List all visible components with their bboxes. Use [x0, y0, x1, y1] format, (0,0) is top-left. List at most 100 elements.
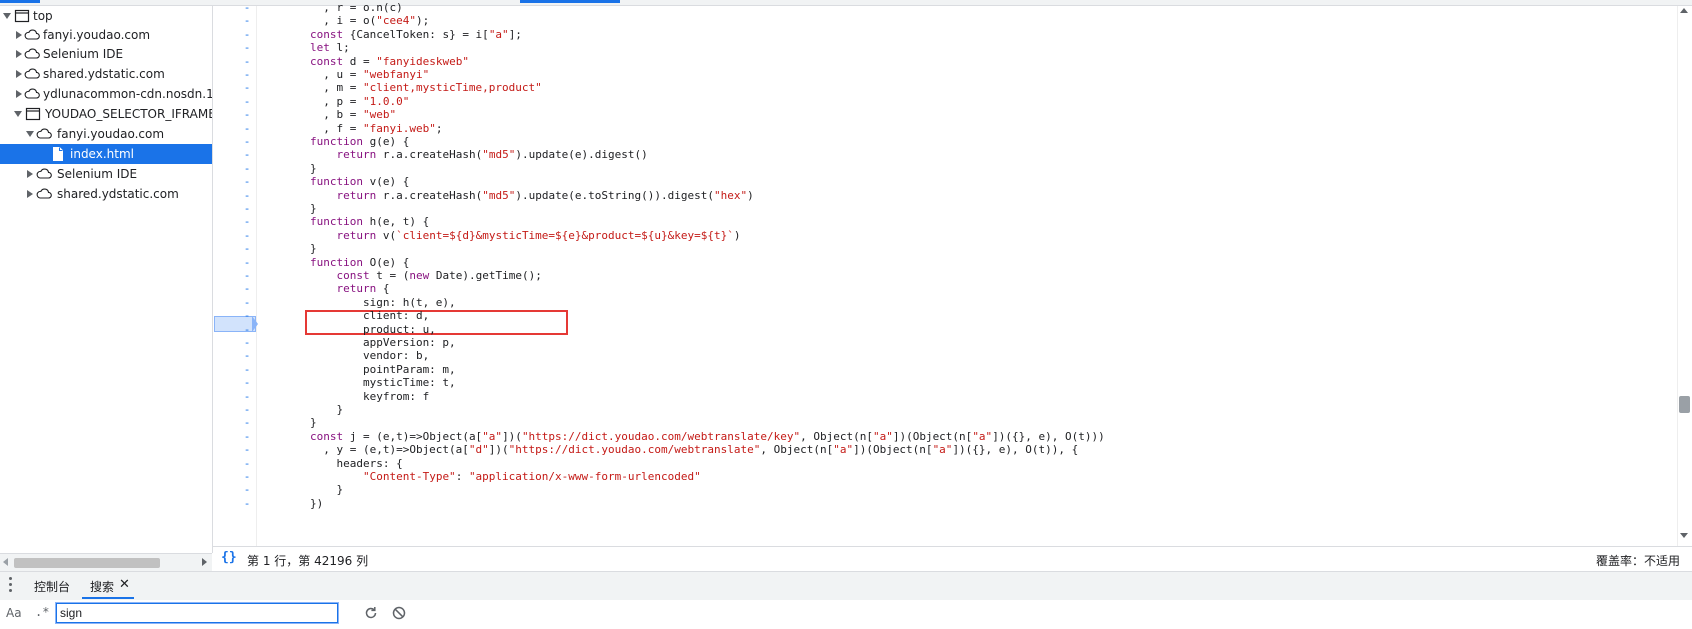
close-icon[interactable]: ✕ [119, 577, 130, 592]
code-line[interactable]: return r.a.createHash("md5").update(e.to… [257, 189, 753, 203]
chevron-right-icon[interactable] [16, 90, 22, 98]
code-line[interactable]: const j = (e,t)=>Object(a["a"])("https:/… [257, 430, 1105, 444]
tree-item-selenium-ide[interactable]: Selenium IDE [0, 44, 212, 64]
code-line[interactable]: function h(e, t) { [257, 215, 429, 229]
code-line[interactable]: pointParam: m, [257, 363, 456, 377]
gutter-line-marker[interactable]: - [242, 376, 252, 389]
tree-item-fanyi-youdao[interactable]: fanyi.youdao.com [0, 25, 212, 45]
code-line[interactable]: let l; [257, 41, 350, 55]
gutter-line-marker[interactable]: - [242, 296, 252, 309]
code-line[interactable]: function O(e) { [257, 256, 409, 270]
clear-search-icon[interactable] [390, 604, 408, 622]
gutter-line-marker[interactable]: - [242, 269, 252, 282]
gutter-line-marker[interactable]: - [242, 470, 252, 483]
editor-scrollbar-thumb[interactable] [1679, 396, 1690, 413]
gutter-line-marker[interactable]: - [242, 122, 252, 135]
gutter-line-marker[interactable]: - [242, 309, 252, 322]
code-line[interactable]: "Content-Type": "application/x-www-form-… [257, 470, 701, 484]
code-line[interactable]: } [257, 162, 317, 176]
code-line[interactable]: , u = "webfanyi" [257, 68, 429, 82]
code-line[interactable]: , r = o.n(c) [257, 1, 402, 15]
gutter-line-marker[interactable]: - [242, 215, 252, 228]
gutter-line-marker[interactable]: - [242, 256, 252, 269]
chevron-down-icon[interactable] [3, 13, 11, 19]
code-line[interactable]: headers: { [257, 457, 402, 471]
tree-item-shared-ydstatic[interactable]: shared.ydstatic.com [0, 64, 212, 84]
code-line[interactable]: , p = "1.0.0" [257, 95, 409, 109]
gutter-line-marker[interactable]: - [242, 14, 252, 27]
gutter-line-marker[interactable]: - [242, 81, 252, 94]
pretty-print-icon[interactable]: {} [221, 550, 237, 565]
gutter-line-marker[interactable]: - [242, 95, 252, 108]
code-line[interactable]: return { [257, 282, 389, 296]
scroll-right-arrow-icon[interactable] [202, 558, 207, 566]
chevron-down-icon[interactable] [14, 111, 22, 117]
match-case-button[interactable]: Aa [6, 606, 22, 620]
editor-vertical-scrollbar[interactable] [1677, 6, 1692, 546]
tree-item-iframe-selenium-ide[interactable]: Selenium IDE [0, 164, 212, 184]
gutter-line-marker[interactable]: - [242, 229, 252, 242]
code-line[interactable]: } [257, 202, 317, 216]
chevron-right-icon[interactable] [16, 70, 22, 78]
chevron-right-icon[interactable] [16, 31, 22, 39]
code-line[interactable]: keyfrom: f [257, 390, 429, 404]
gutter-line-marker[interactable]: - [242, 1, 252, 14]
code-line[interactable]: sign: h(t, e), [257, 296, 456, 310]
gutter-line-marker[interactable]: - [242, 416, 252, 429]
chevron-right-icon[interactable] [16, 50, 22, 58]
code-line[interactable]: return v(`client=${d}&mysticTime=${e}&pr… [257, 229, 740, 243]
refresh-icon[interactable] [362, 604, 380, 622]
gutter-line-marker[interactable]: - [242, 189, 252, 202]
gutter-line-marker[interactable]: - [242, 162, 252, 175]
tree-item-iframe-fanyi-youdao[interactable]: fanyi.youdao.com [0, 124, 212, 144]
code-line[interactable]: client: d, [257, 309, 429, 323]
code-line[interactable]: }) [257, 497, 323, 511]
chevron-down-icon[interactable] [26, 131, 34, 137]
tree-item-top[interactable]: top [0, 6, 212, 26]
scroll-up-arrow-icon[interactable] [1680, 8, 1688, 13]
gutter-line-marker[interactable]: - [242, 175, 252, 188]
gutter-line-marker[interactable]: - [242, 148, 252, 161]
scroll-down-arrow-icon[interactable] [1680, 533, 1688, 538]
code-line[interactable]: appVersion: p, [257, 336, 456, 350]
tree-item-ydlunacommon[interactable]: ydlunacommon-cdn.nosdn.127. [0, 84, 212, 104]
gutter-line-marker[interactable]: - [242, 349, 252, 362]
tree-item-iframe-shared-ydstatic[interactable]: shared.ydstatic.com [0, 184, 212, 204]
tab-search[interactable]: 搜索 [90, 578, 114, 595]
tab-console[interactable]: 控制台 [34, 578, 70, 595]
code-line[interactable]: vendor: b, [257, 349, 429, 363]
gutter-line-marker[interactable]: - [242, 323, 252, 336]
gutter-line-marker[interactable]: - [242, 108, 252, 121]
regex-button[interactable]: .* [35, 605, 49, 619]
gutter-line-marker[interactable]: - [242, 483, 252, 496]
gutter-line-marker[interactable]: - [242, 457, 252, 470]
search-input[interactable] [55, 602, 339, 624]
gutter-line-marker[interactable]: - [242, 68, 252, 81]
code-line[interactable]: , f = "fanyi.web"; [257, 122, 442, 136]
tree-scrollbar-thumb[interactable] [14, 558, 160, 568]
gutter-line-marker[interactable]: - [242, 430, 252, 443]
code-line[interactable]: return r.a.createHash("md5").update(e).d… [257, 148, 647, 162]
code-line[interactable]: , y = (e,t)=>Object(a["d"])("https://dic… [257, 443, 1078, 457]
gutter-line-marker[interactable]: - [242, 41, 252, 54]
code-line[interactable]: const {CancelToken: s} = i["a"]; [257, 28, 522, 42]
gutter-line-marker[interactable]: - [242, 497, 252, 510]
tree-item-youdao-selector-iframe[interactable]: YOUDAO_SELECTOR_IFRAME (in [0, 104, 212, 124]
code-line[interactable]: } [257, 483, 343, 497]
gutter-line-marker[interactable]: - [242, 336, 252, 349]
code-line[interactable]: function g(e) { [257, 135, 409, 149]
gutter-line-marker[interactable]: - [242, 135, 252, 148]
gutter-line-marker[interactable]: - [242, 202, 252, 215]
code-line[interactable]: product: u, [257, 323, 436, 337]
gutter-line-marker[interactable]: - [242, 55, 252, 68]
tree-item-index-html[interactable]: index.html [0, 144, 212, 164]
code-line[interactable]: , i = o("cee4"); [257, 14, 429, 28]
code-line[interactable]: } [257, 403, 343, 417]
code-line[interactable]: mysticTime: t, [257, 376, 456, 390]
gutter-line-marker[interactable]: - [242, 242, 252, 255]
gutter-line-marker[interactable]: - [242, 443, 252, 456]
gutter-line-marker[interactable]: - [242, 363, 252, 376]
code-line[interactable]: , b = "web" [257, 108, 396, 122]
gutter-line-marker[interactable]: - [242, 282, 252, 295]
gutter-line-marker[interactable]: - [242, 28, 252, 41]
